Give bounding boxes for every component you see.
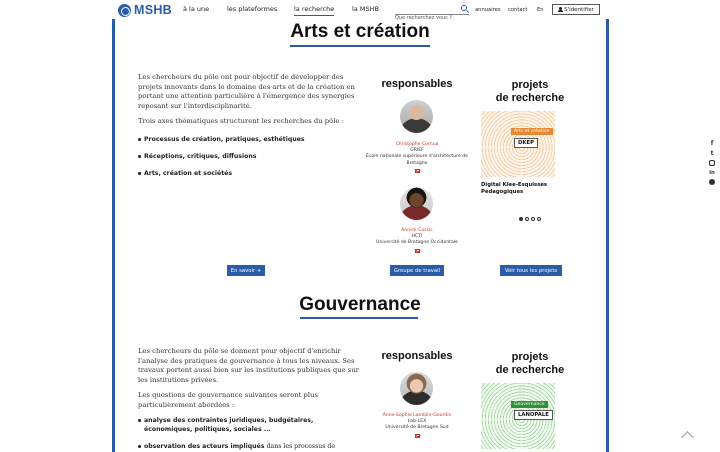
- top-header: MSHB à la une les plateformes la recherc…: [0, 0, 720, 21]
- title-underline: [300, 317, 418, 319]
- themes-list-arts: Processus de création, pratiques, esthét…: [138, 135, 360, 186]
- avatar-christophe-cornua[interactable]: [400, 100, 433, 133]
- theme-item: analyse des contraintes juridiques, budg…: [138, 416, 338, 434]
- search-icon[interactable]: [461, 5, 467, 11]
- project-card-dkep[interactable]: Arts et création DKEP: [481, 111, 555, 177]
- search-input[interactable]: [395, 15, 455, 21]
- projects-heading-line: projets: [511, 79, 549, 91]
- logo-mark-icon: [118, 3, 131, 17]
- projects-heading: projets de recherche: [485, 79, 575, 105]
- twitter-icon[interactable]: t: [709, 151, 715, 157]
- theme-item-suffix: dans les processus de: [266, 443, 336, 450]
- back-to-top-icon[interactable]: [681, 431, 694, 444]
- carousel-dot[interactable]: [525, 217, 529, 221]
- carousel-dot[interactable]: [537, 217, 541, 221]
- theme-item: observation des acteurs impliqués dans l…: [138, 442, 360, 451]
- person-institution: Université de Bretagne Sud: [385, 425, 449, 431]
- login-label: S'identifier: [564, 6, 594, 13]
- project-tag: Gouvernance: [511, 401, 548, 408]
- section-intro-gouvernance: Les chercheurs du pôle se donnent pour o…: [138, 347, 360, 416]
- instagram-icon[interactable]: [709, 160, 715, 166]
- linkedin-icon[interactable]: in: [709, 170, 715, 176]
- nav-la-recherche[interactable]: la recherche: [294, 5, 335, 16]
- frame-border-left: [112, 19, 115, 452]
- intro-paragraph: Trois axes thématiques structurent les r…: [138, 117, 344, 125]
- link-contact[interactable]: contact: [508, 7, 527, 13]
- mshb-logo[interactable]: MSHB: [118, 3, 172, 17]
- search-box: [395, 4, 469, 21]
- intro-paragraph: Les chercheurs du pôle se donnent pour o…: [138, 347, 359, 384]
- carousel-dot[interactable]: [519, 217, 523, 221]
- projects-heading-line: de recherche: [495, 92, 565, 104]
- mail-icon[interactable]: [414, 168, 420, 173]
- theme-item: Arts, création et sociétés: [138, 169, 360, 178]
- avatar-annick-cossic[interactable]: [400, 187, 433, 220]
- mail-icon[interactable]: [414, 248, 420, 253]
- projects-heading: projets de recherche: [485, 351, 575, 377]
- person-card: Anne-Sophie Lamblin-Gourdin Lab-LEX Univ…: [362, 413, 472, 441]
- intro-paragraph: Les questions de gouvernance suivantes s…: [138, 391, 318, 409]
- vimeo-icon[interactable]: [709, 179, 715, 185]
- project-acronym: LANOPALE: [514, 410, 553, 420]
- logo-text: MSHB: [134, 3, 173, 17]
- section-title-gouvernance: Gouvernance: [299, 294, 421, 315]
- section-title-arts: Arts et création: [290, 21, 430, 42]
- project-card-lanopale[interactable]: Gouvernance LANOPALE: [481, 383, 555, 449]
- person-institution: École nationale supérieure d'architectur…: [366, 154, 468, 166]
- frame-border-right: [606, 19, 609, 452]
- responsables-heading: responsables: [381, 78, 453, 90]
- project-tag: Arts et création: [511, 128, 553, 135]
- project-acronym: DKEP: [514, 138, 539, 148]
- section-intro-arts: Les chercheurs du pôle ont pour objectif…: [138, 73, 360, 133]
- theme-item: Réceptions, critiques, diffusions: [138, 152, 360, 161]
- responsables-heading: responsables: [381, 350, 453, 362]
- link-annuaires[interactable]: annuaires: [475, 7, 501, 13]
- projects-heading-line: projets: [511, 351, 549, 363]
- nav-a-la-une[interactable]: à la une: [183, 5, 209, 13]
- groupe-de-travail-button[interactable]: Groupe de travail: [390, 265, 444, 276]
- nav-les-plateformes[interactable]: les plateformes: [227, 5, 277, 13]
- login-button[interactable]: S'identifier: [552, 4, 600, 15]
- avatar-anne-sophie-lamblin-gourdin[interactable]: [400, 372, 433, 405]
- theme-item-bold: observation des acteurs impliqués: [144, 443, 265, 450]
- language-switch[interactable]: En: [537, 7, 544, 13]
- intro-paragraph: Les chercheurs du pôle ont pour objectif…: [138, 73, 355, 110]
- person-card: Annick Cossic HCTI Université de Bretagn…: [362, 228, 472, 256]
- project-caption[interactable]: Digital Klee-Esquisses Pédagogiques: [481, 182, 561, 195]
- voir-tous-projets-button[interactable]: Voir tous les projets: [500, 265, 562, 276]
- themes-list-gouvernance: analyse des contraintes juridiques, budg…: [138, 416, 360, 452]
- person-card: Christophe Cornua GRIEF École nationale …: [362, 142, 472, 176]
- user-icon: [558, 7, 563, 12]
- theme-item: Processus de création, pratiques, esthét…: [138, 135, 360, 144]
- carousel-dot[interactable]: [531, 217, 535, 221]
- projects-heading-line: de recherche: [495, 364, 565, 376]
- nav-la-mshb[interactable]: la MSHB: [352, 5, 379, 13]
- mail-icon[interactable]: [414, 433, 420, 438]
- title-underline: [290, 45, 430, 47]
- en-savoir-plus-button[interactable]: En savoir +: [227, 265, 265, 276]
- person-institution: Université de Bretagne Occidentale: [376, 240, 458, 246]
- facebook-icon[interactable]: f: [709, 141, 715, 147]
- carousel-dots: [519, 217, 541, 221]
